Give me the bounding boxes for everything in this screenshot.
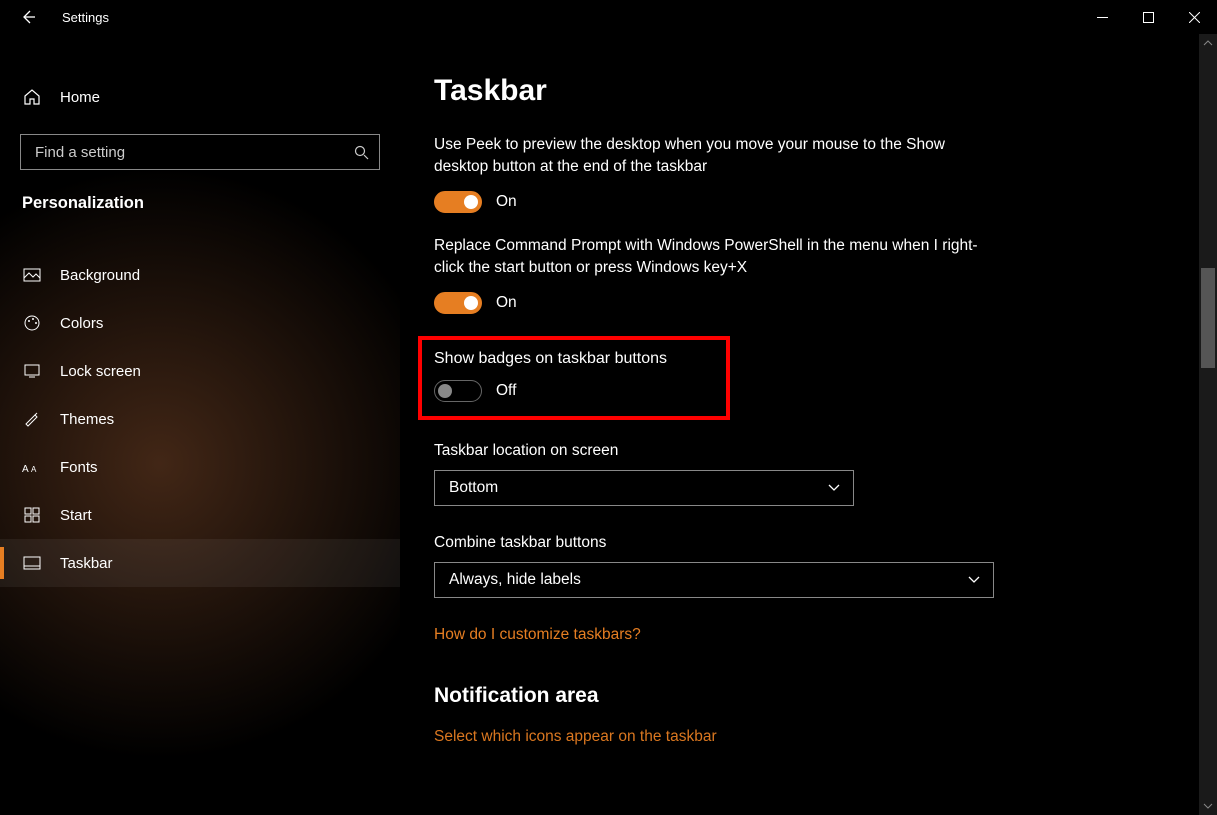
help-link[interactable]: How do I customize taskbars? — [434, 626, 641, 644]
toggle-state: Off — [496, 382, 516, 400]
home-icon — [22, 87, 42, 107]
fonts-icon: AA — [22, 457, 42, 477]
chevron-down-icon — [967, 573, 981, 587]
settings-window: Settings Home Personalization — [0, 0, 1217, 815]
highlight-annotation: Show badges on taskbar buttons Off — [418, 336, 730, 420]
toggle-peek[interactable] — [434, 191, 482, 213]
toggle-badges[interactable] — [434, 380, 482, 402]
sidebar-item-label: Fonts — [60, 459, 98, 476]
palette-icon — [22, 313, 42, 333]
chevron-down-icon — [827, 481, 841, 495]
content-pane: Taskbar Use Peek to preview the desktop … — [400, 34, 1217, 815]
minimize-button[interactable] — [1079, 0, 1125, 34]
close-button[interactable] — [1171, 0, 1217, 34]
scroll-up-button[interactable] — [1199, 34, 1217, 52]
scroll-down-button[interactable] — [1199, 797, 1217, 815]
sidebar-item-label: Lock screen — [60, 363, 141, 380]
category-heading: Personalization — [0, 194, 400, 233]
svg-text:A: A — [31, 465, 37, 474]
sidebar-item-start[interactable]: Start — [0, 491, 400, 539]
sidebar-item-label: Background — [60, 267, 140, 284]
sidebar: Home Personalization Background Colors — [0, 34, 400, 815]
sidebar-item-lockscreen[interactable]: Lock screen — [0, 347, 400, 395]
search-input[interactable] — [35, 144, 353, 161]
select-taskbar-location[interactable]: Bottom — [434, 470, 854, 506]
toggle-state: On — [496, 193, 517, 211]
sidebar-item-label: Start — [60, 507, 92, 524]
field-label-location: Taskbar location on screen — [434, 442, 1217, 460]
svg-text:A: A — [22, 464, 29, 475]
select-value: Bottom — [449, 479, 498, 497]
sidebar-item-label: Colors — [60, 315, 103, 332]
titlebar: Settings — [0, 0, 1217, 34]
window-title: Settings — [62, 10, 109, 25]
setting-desc: Use Peek to preview the desktop when you… — [434, 134, 994, 179]
themes-icon — [22, 409, 42, 429]
home-nav[interactable]: Home — [0, 74, 400, 120]
sidebar-item-themes[interactable]: Themes — [0, 395, 400, 443]
setting-desc: Replace Command Prompt with Windows Powe… — [434, 235, 994, 280]
toggle-powershell[interactable] — [434, 292, 482, 314]
picture-icon — [22, 265, 42, 285]
page-heading: Taskbar — [434, 74, 1217, 108]
setting-desc: Show badges on taskbar buttons — [434, 350, 714, 368]
search-box[interactable] — [20, 134, 380, 170]
scrollbar[interactable] — [1199, 34, 1217, 815]
sidebar-item-label: Themes — [60, 411, 114, 428]
toggle-state: On — [496, 294, 517, 312]
nav-list: Background Colors Lock screen Themes AA … — [0, 233, 400, 587]
select-value: Always, hide labels — [449, 571, 581, 589]
subheading-notification: Notification area — [434, 684, 1217, 708]
sidebar-item-colors[interactable]: Colors — [0, 299, 400, 347]
start-icon — [22, 505, 42, 525]
notification-icons-link[interactable]: Select which icons appear on the taskbar — [434, 728, 717, 746]
setting-powershell: Replace Command Prompt with Windows Powe… — [434, 235, 994, 314]
sidebar-item-taskbar[interactable]: Taskbar — [0, 539, 400, 587]
home-label: Home — [60, 89, 100, 106]
lockscreen-icon — [22, 361, 42, 381]
taskbar-icon — [22, 553, 42, 573]
setting-peek: Use Peek to preview the desktop when you… — [434, 134, 994, 213]
search-icon — [353, 144, 369, 160]
sidebar-item-background[interactable]: Background — [0, 251, 400, 299]
sidebar-item-label: Taskbar — [60, 555, 113, 572]
maximize-button[interactable] — [1125, 0, 1171, 34]
sidebar-item-fonts[interactable]: AA Fonts — [0, 443, 400, 491]
back-button[interactable] — [18, 7, 38, 27]
select-combine-buttons[interactable]: Always, hide labels — [434, 562, 994, 598]
scroll-thumb[interactable] — [1201, 268, 1215, 368]
field-label-combine: Combine taskbar buttons — [434, 534, 1217, 552]
